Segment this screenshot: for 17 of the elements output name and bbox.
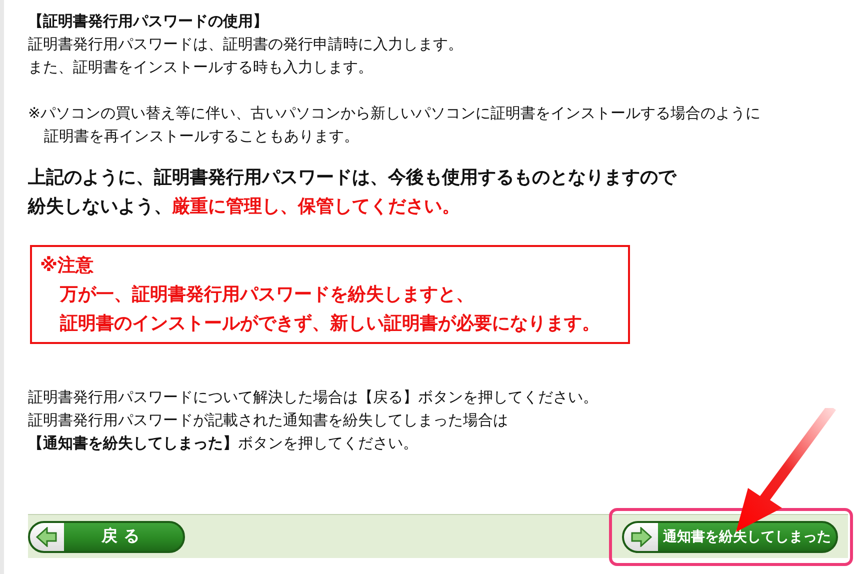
caution-title: ※注意	[40, 254, 94, 277]
section-heading: 【証明書発行用パスワードの使用】	[28, 12, 269, 32]
caution-text: 万が一、証明書発行用パスワードを紛失しますと、	[60, 283, 474, 306]
note-text: ※パソコンの買い替え等に伴い、古いパソコンから新しいパソコンに証明書をインストールする場合のように	[28, 104, 762, 124]
caution-text: 証明書のインストールができず、新しい証明書が必要になります。	[60, 312, 600, 335]
right-arrow-icon	[630, 526, 652, 546]
lost-notice-button[interactable]: 通知書を紛失してしまった	[622, 520, 838, 552]
instruction-text: 証明書発行用パスワードが記載された通知書を紛失してしまった場合は	[28, 411, 509, 431]
instruction-text: 証明書発行用パスワードについて解決した場合は【戻る】ボタンを押してください。	[28, 388, 599, 408]
left-arrow-icon	[36, 526, 58, 546]
important-text: 紛失しないよう、厳重に管理し、保管してください。	[28, 195, 461, 218]
back-button[interactable]: 戻る	[28, 520, 185, 552]
important-text: 上記のように、証明書発行用パスワードは、今後も使用するものとなりますので	[28, 166, 678, 189]
instruction-text: 【通知書を紛失してしまった】ボタンを押してください。	[28, 434, 419, 454]
note-text: 証明書を再インストールすることもあります。	[43, 127, 360, 147]
body-text: また、証明書をインストールする時も入力します。	[28, 58, 374, 78]
body-text: 証明書発行用パスワードは、証明書の発行申請時に入力します。	[28, 35, 464, 55]
